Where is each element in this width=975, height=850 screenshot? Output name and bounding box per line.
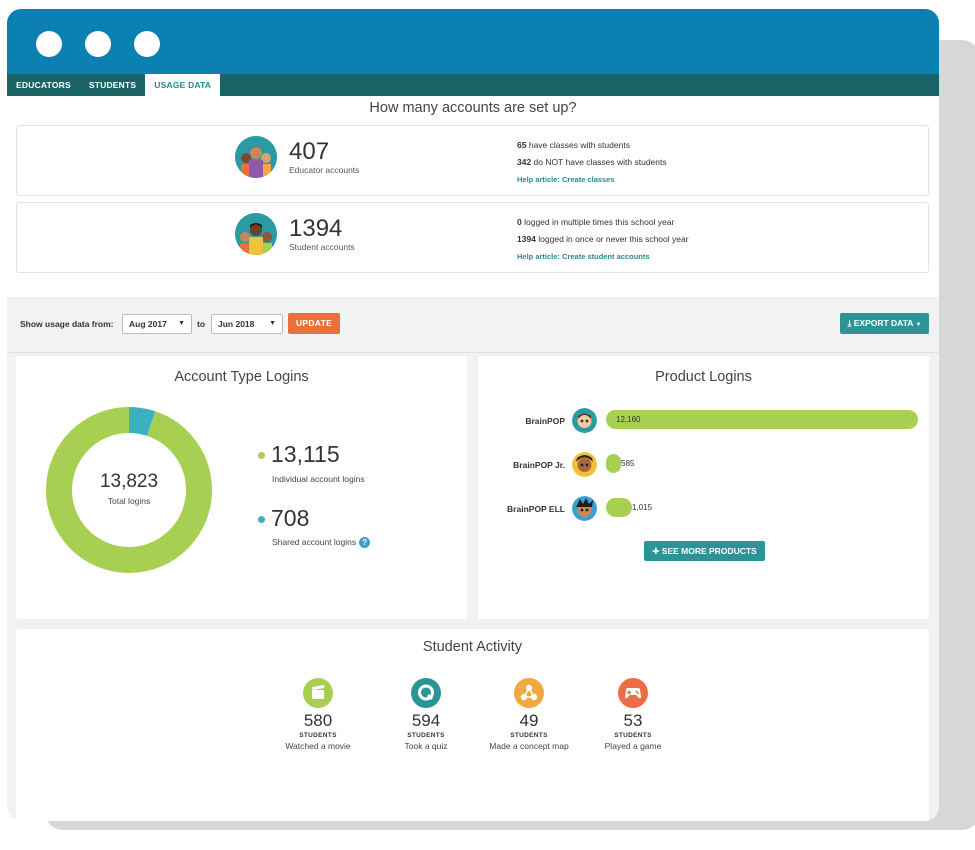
tab-usage-data[interactable]: USAGE DATA xyxy=(145,74,221,96)
product-bar-brainpop xyxy=(606,410,918,429)
chevron-down-icon: ▼ xyxy=(178,320,185,327)
activity-played-game: 53 STUDENTS Played a game xyxy=(578,678,688,751)
tab-educators[interactable]: EDUCATORS xyxy=(7,74,80,96)
see-more-products-button[interactable]: ✚ SEE MORE PRODUCTS xyxy=(644,541,765,561)
brainpop-jr-avatar-icon xyxy=(572,452,597,477)
product-logins-panel: Product Logins BrainPOP 12,160 BrainPOP … xyxy=(478,356,929,619)
app-window: EDUCATORS STUDENTS USAGE DATA How many a… xyxy=(7,9,939,821)
help-link-create-classes[interactable]: Help article: Create classes xyxy=(517,171,667,188)
plus-icon: ✚ xyxy=(652,546,660,556)
student-count: 1394 xyxy=(289,215,343,242)
product-label-brainpop-jr: BrainPOP Jr. xyxy=(513,460,565,470)
chevron-down-icon: ▼ xyxy=(269,320,276,327)
product-logins-title: Product Logins xyxy=(655,369,752,385)
accounts-title: How many accounts are set up? xyxy=(369,100,577,116)
product-label-brainpop: BrainPOP xyxy=(525,416,565,426)
total-logins-value: 13,823 xyxy=(99,471,159,492)
game-icon xyxy=(618,678,648,708)
educator-count: 407 xyxy=(289,138,330,165)
individual-legend-dot xyxy=(258,452,265,459)
tab-bar: EDUCATORS STUDENTS USAGE DATA xyxy=(7,74,939,96)
educator-group-icon xyxy=(235,136,277,178)
account-type-logins-title: Account Type Logins xyxy=(174,369,309,385)
student-count-label: Student accounts xyxy=(289,242,355,252)
movie-icon xyxy=(303,678,333,708)
educator-line-1: 65 have classes with students xyxy=(517,140,630,150)
total-logins-label: Total logins xyxy=(107,496,151,506)
title-bar xyxy=(7,9,939,74)
window-dot xyxy=(36,31,62,57)
shared-logins-label-row: Shared account logins? xyxy=(272,537,371,549)
download-icon: ⤓ xyxy=(847,318,852,328)
concept-map-icon xyxy=(514,678,544,708)
product-bar-brainpop-ell xyxy=(606,498,633,517)
student-activity-title: Student Activity xyxy=(422,639,523,655)
from-date-select[interactable]: Aug 2017 ▼ xyxy=(122,314,192,334)
student-activity-panel: Student Activity 580 STUDENTS Watched a … xyxy=(16,629,929,821)
shared-legend-dot xyxy=(258,516,265,523)
chevron-down-icon: ▼ xyxy=(915,322,922,328)
product-value-brainpop-ell: 1,015 xyxy=(632,503,653,512)
product-label-brainpop-ell: BrainPOP ELL xyxy=(507,504,565,514)
help-link-create-student-accounts[interactable]: Help article: Create student accounts xyxy=(517,248,689,265)
product-value-brainpop: 12,160 xyxy=(616,415,641,424)
help-icon[interactable]: ? xyxy=(359,537,371,549)
product-bar-brainpop-jr xyxy=(606,454,621,473)
individual-logins-value: 13,115 xyxy=(271,441,340,467)
student-line-2: 1394 logged in once or never this school… xyxy=(517,234,689,244)
to-date-select[interactable]: Jun 2018 ▼ xyxy=(211,314,283,334)
window-dot xyxy=(85,31,111,57)
usage-filter-bar: Show usage data from: Aug 2017 ▼ to Jun 2… xyxy=(7,297,939,353)
update-button[interactable]: UPDATE xyxy=(288,313,340,334)
quiz-icon xyxy=(411,678,441,708)
activity-concept-map: 49 STUDENTS Made a concept map xyxy=(474,678,584,751)
product-value-brainpop-jr: 585 xyxy=(621,459,635,468)
shared-logins-value: 708 xyxy=(271,505,310,531)
brainpop-ell-avatar-icon xyxy=(572,496,597,521)
export-data-button[interactable]: ⤓ EXPORT DATA ▼ xyxy=(840,313,929,334)
student-line-1: 0 logged in multiple times this school y… xyxy=(517,217,675,227)
tab-students[interactable]: STUDENTS xyxy=(80,74,145,96)
accounts-section: How many accounts are set up? 407 Educat… xyxy=(7,96,939,297)
educator-count-label: Educator accounts xyxy=(289,165,360,175)
educator-line-2: 342 do NOT have classes with students xyxy=(517,157,667,167)
account-type-logins-panel: Account Type Logins 13,823 Total logins … xyxy=(16,356,467,619)
window-dot xyxy=(134,31,160,57)
brainpop-avatar-icon xyxy=(572,408,597,433)
student-group-icon xyxy=(235,213,277,255)
filter-label: Show usage data from: xyxy=(20,319,114,329)
educator-accounts-card: 407 Educator accounts 65 have classes wi… xyxy=(16,125,929,196)
activity-watched-movie: 580 STUDENTS Watched a movie xyxy=(263,678,373,751)
individual-logins-label: Individual account logins xyxy=(272,474,365,484)
activity-took-quiz: 594 STUDENTS Took a quiz xyxy=(371,678,481,751)
student-accounts-card: 1394 Student accounts 0 logged in multip… xyxy=(16,202,929,273)
shared-logins-label: Shared account logins xyxy=(272,537,357,547)
to-label: to xyxy=(197,319,206,329)
